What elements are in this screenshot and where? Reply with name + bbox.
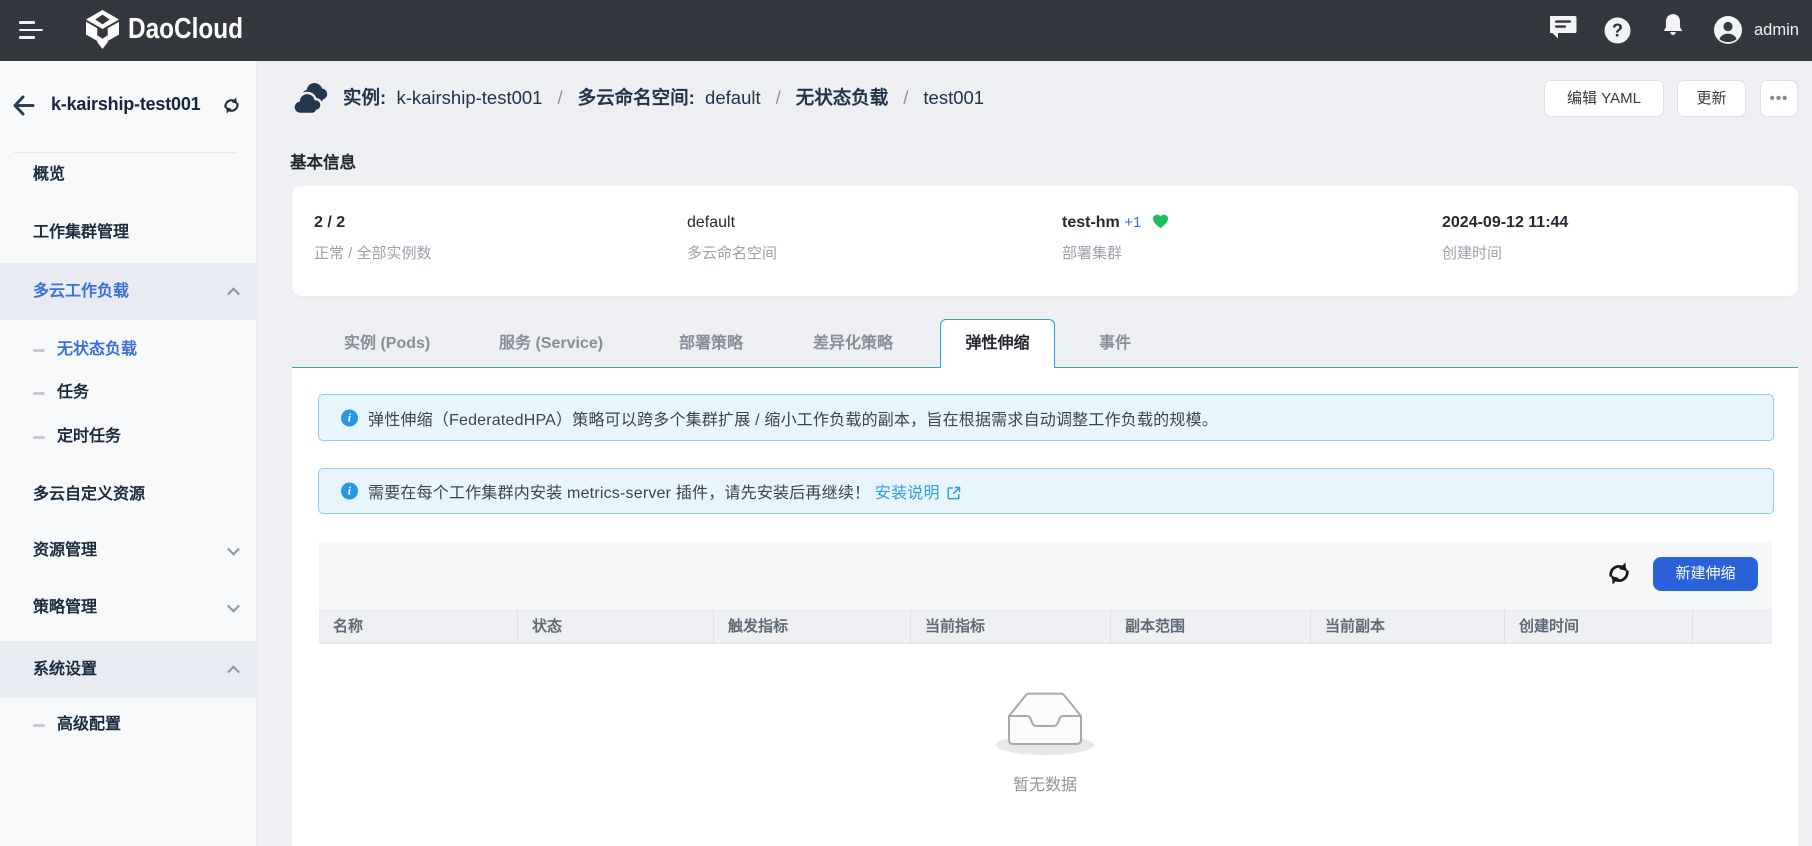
- svg-text:?: ?: [1612, 21, 1623, 41]
